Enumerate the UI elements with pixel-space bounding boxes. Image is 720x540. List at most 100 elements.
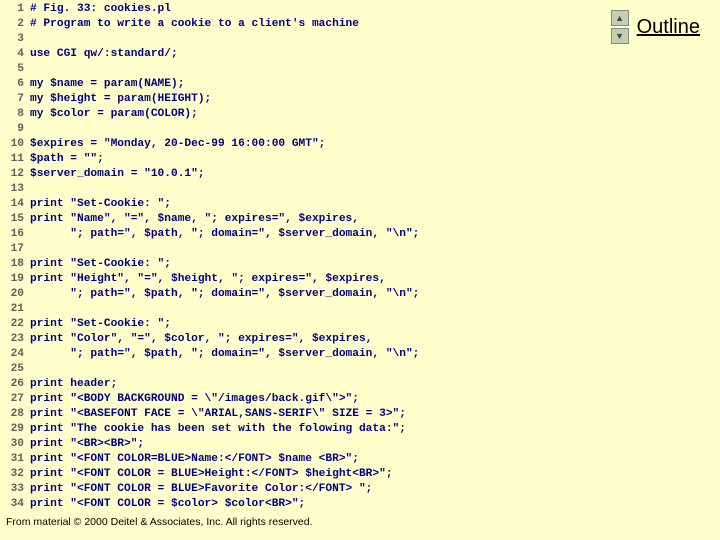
code-line: 31print "<FONT COLOR=BLUE>Name:</FONT> $… [0, 452, 576, 467]
code-text: "; path=", $path, "; domain=", $server_d… [30, 347, 419, 362]
line-number: 22 [0, 317, 30, 332]
code-line: 15print "Name", "=", $name, "; expires="… [0, 212, 576, 227]
code-text: $server_domain = "10.0.1"; [30, 167, 205, 182]
code-line: 9 [0, 122, 576, 137]
code-text: # Fig. 33: cookies.pl [30, 2, 171, 17]
outline-control: ▲ ▼ Outline [611, 10, 700, 44]
line-number: 1 [0, 2, 30, 17]
code-line: 21 [0, 302, 576, 317]
code-text: $path = ""; [30, 152, 104, 167]
outline-up-button[interactable]: ▲ [611, 10, 629, 26]
code-line: 6my $name = param(NAME); [0, 77, 576, 92]
line-number: 26 [0, 377, 30, 392]
code-text: my $height = param(HEIGHT); [30, 92, 211, 107]
line-number: 32 [0, 467, 30, 482]
code-text: "; path=", $path, "; domain=", $server_d… [30, 287, 419, 302]
line-number: 12 [0, 167, 30, 182]
code-line: 19print "Height", "=", $height, "; expir… [0, 272, 576, 287]
code-line: 22print "Set-Cookie: "; [0, 317, 576, 332]
line-number: 25 [0, 362, 30, 377]
line-number: 7 [0, 92, 30, 107]
code-text: "; path=", $path, "; domain=", $server_d… [30, 227, 419, 242]
line-number: 31 [0, 452, 30, 467]
code-text: my $color = param(COLOR); [30, 107, 198, 122]
code-text: print "Name", "=", $name, "; expires=", … [30, 212, 359, 227]
line-number: 19 [0, 272, 30, 287]
code-text: print "<FONT COLOR=BLUE>Name:</FONT> $na… [30, 452, 359, 467]
code-text: print "<FONT COLOR = BLUE>Height:</FONT>… [30, 467, 393, 482]
line-number: 15 [0, 212, 30, 227]
code-text: use CGI qw/:standard/; [30, 47, 178, 62]
code-line: 32print "<FONT COLOR = BLUE>Height:</FON… [0, 467, 576, 482]
line-number: 20 [0, 287, 30, 302]
code-line: 14print "Set-Cookie: "; [0, 197, 576, 212]
line-number: 13 [0, 182, 30, 197]
line-number: 3 [0, 32, 30, 47]
code-text: print header; [30, 377, 117, 392]
code-text: print "Color", "=", $color, "; expires="… [30, 332, 372, 347]
line-number: 27 [0, 392, 30, 407]
line-number: 23 [0, 332, 30, 347]
line-number: 14 [0, 197, 30, 212]
code-text: print "Height", "=", $height, "; expires… [30, 272, 386, 287]
code-line: 28print "<BASEFONT FACE = \"ARIAL,SANS-S… [0, 407, 576, 422]
line-number: 16 [0, 227, 30, 242]
code-line: 30print "<BR><BR>"; [0, 437, 576, 452]
line-number: 9 [0, 122, 30, 137]
code-text: $expires = "Monday, 20-Dec-99 16:00:00 G… [30, 137, 325, 152]
line-number: 5 [0, 62, 30, 77]
code-line: 2# Program to write a cookie to a client… [0, 17, 576, 32]
code-text: print "The cookie has been set with the … [30, 422, 406, 437]
line-number: 30 [0, 437, 30, 452]
code-line: 1# Fig. 33: cookies.pl [0, 2, 576, 17]
line-number: 10 [0, 137, 30, 152]
code-line: 25 [0, 362, 576, 377]
code-text: print "<BASEFONT FACE = \"ARIAL,SANS-SER… [30, 407, 406, 422]
line-number: 6 [0, 77, 30, 92]
code-text: # Program to write a cookie to a client'… [30, 17, 359, 32]
code-line: 7my $height = param(HEIGHT); [0, 92, 576, 107]
code-text: print "<FONT COLOR = $color> $color<BR>"… [30, 497, 305, 512]
line-number: 4 [0, 47, 30, 62]
code-text: print "Set-Cookie: "; [30, 197, 171, 212]
code-line: 27print "<BODY BACKGROUND = \"/images/ba… [0, 392, 576, 407]
code-line: 18print "Set-Cookie: "; [0, 257, 576, 272]
code-line: 8my $color = param(COLOR); [0, 107, 576, 122]
code-text: print "Set-Cookie: "; [30, 257, 171, 272]
line-number: 2 [0, 17, 30, 32]
line-number: 21 [0, 302, 30, 317]
code-line: 26print header; [0, 377, 576, 392]
code-line: 20 "; path=", $path, "; domain=", $serve… [0, 287, 576, 302]
line-number: 11 [0, 152, 30, 167]
outline-down-button[interactable]: ▼ [611, 28, 629, 44]
code-line: 13 [0, 182, 576, 197]
code-line: 12$server_domain = "10.0.1"; [0, 167, 576, 182]
code-line: 5 [0, 62, 576, 77]
code-line: 17 [0, 242, 576, 257]
code-line: 23print "Color", "=", $color, "; expires… [0, 332, 576, 347]
line-number: 17 [0, 242, 30, 257]
line-number: 24 [0, 347, 30, 362]
code-line: 34print "<FONT COLOR = $color> $color<BR… [0, 497, 576, 512]
code-line: 16 "; path=", $path, "; domain=", $serve… [0, 227, 576, 242]
outline-link[interactable]: Outline [633, 16, 700, 39]
code-text: print "Set-Cookie: "; [30, 317, 171, 332]
code-line: 10$expires = "Monday, 20-Dec-99 16:00:00… [0, 137, 576, 152]
line-number: 29 [0, 422, 30, 437]
code-text: my $name = param(NAME); [30, 77, 184, 92]
line-number: 18 [0, 257, 30, 272]
code-line: 29print "The cookie has been set with th… [0, 422, 576, 437]
code-listing: 1# Fig. 33: cookies.pl2# Program to writ… [0, 0, 576, 514]
arrow-stack: ▲ ▼ [611, 10, 629, 44]
line-number: 28 [0, 407, 30, 422]
code-text: print "<BODY BACKGROUND = \"/images/back… [30, 392, 359, 407]
code-text: print "<BR><BR>"; [30, 437, 144, 452]
line-number: 33 [0, 482, 30, 497]
code-line: 11$path = ""; [0, 152, 576, 167]
line-number: 8 [0, 107, 30, 122]
code-line: 24 "; path=", $path, "; domain=", $serve… [0, 347, 576, 362]
code-line: 3 [0, 32, 576, 47]
code-line: 33print "<FONT COLOR = BLUE>Favorite Col… [0, 482, 576, 497]
copyright-footer: From material © 2000 Deitel & Associates… [0, 516, 313, 528]
code-line: 4use CGI qw/:standard/; [0, 47, 576, 62]
